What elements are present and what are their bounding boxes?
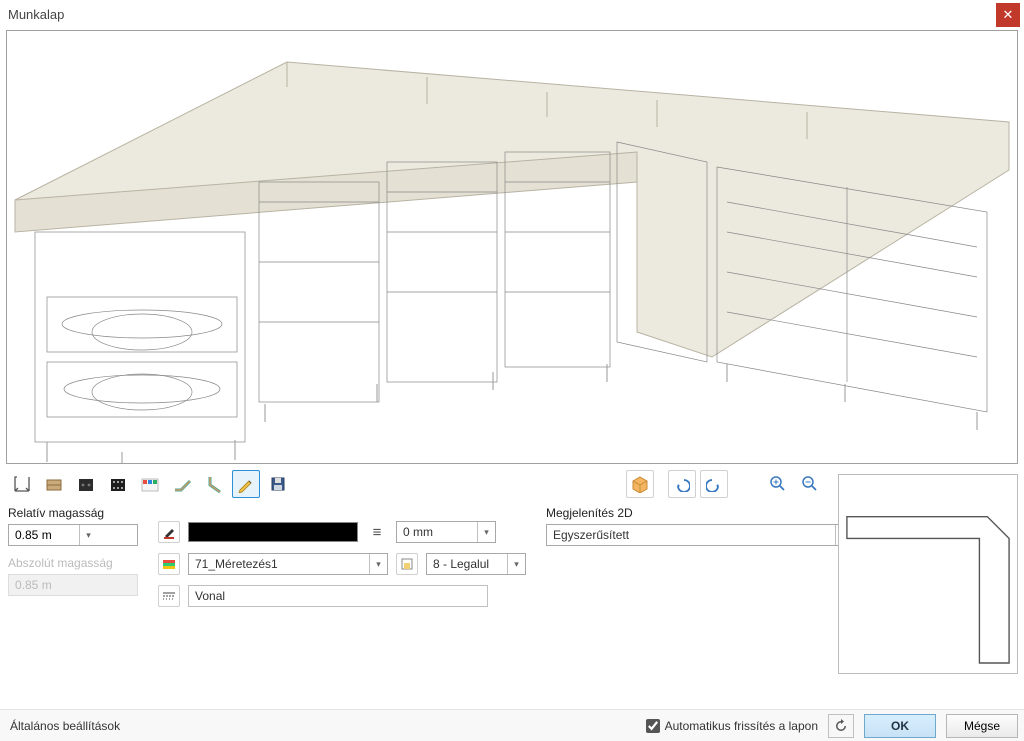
line-weight-icon: ≡: [366, 524, 388, 541]
cube-orange-icon: [631, 475, 649, 493]
tile-dots-icon: [108, 474, 128, 494]
linetype-display[interactable]: Vonal: [188, 585, 488, 607]
tool-redo[interactable]: [700, 470, 728, 498]
linetype-icon[interactable]: [158, 585, 180, 607]
palette-icon: [140, 474, 160, 494]
bottom-bar: Általános beállítások Automatikus frissí…: [0, 709, 1024, 741]
ok-button[interactable]: OK: [864, 714, 936, 738]
pen-color-icon[interactable]: [158, 521, 180, 543]
pencil-icon: [237, 475, 255, 493]
rel-height-label: Relatív magasság: [8, 506, 138, 520]
tool-tile-dots[interactable]: [104, 470, 132, 498]
priority-icon[interactable]: [396, 553, 418, 575]
abs-height-field: [8, 574, 138, 596]
tile-dark-icon: [76, 474, 96, 494]
chevron-down-icon[interactable]: ▾: [477, 522, 495, 542]
tool-palette[interactable]: [136, 470, 164, 498]
abs-height-label: Abszolút magasság: [8, 556, 138, 570]
cancel-button[interactable]: Mégse: [946, 714, 1018, 738]
wireframe-illustration: [7, 31, 1017, 463]
auto-refresh-checkbox[interactable]: Automatikus frissítés a lapon: [646, 719, 818, 733]
edge-v-icon: [204, 474, 224, 494]
chevron-down-icon[interactable]: ▾: [79, 525, 97, 545]
preview-2d[interactable]: [838, 474, 1018, 674]
color-swatch[interactable]: [188, 522, 358, 542]
priority-value: 8 - Legalul: [433, 557, 489, 571]
zoom-in-icon: [769, 475, 787, 493]
tool-save[interactable]: [264, 470, 292, 498]
tool-edge[interactable]: [168, 470, 196, 498]
close-button[interactable]: ✕: [996, 3, 1020, 27]
save-icon: [269, 475, 287, 493]
refresh-icon: [834, 719, 848, 733]
general-settings-link[interactable]: Általános beállítások: [10, 719, 120, 733]
edge-icon: [172, 474, 192, 494]
linetype-value: Vonal: [195, 589, 225, 603]
chevron-down-icon[interactable]: ▾: [369, 554, 387, 574]
dimension-icon: [12, 474, 32, 494]
priority-combo[interactable]: 8 - Legalul ▾: [426, 553, 526, 575]
display2d-label: Megjelenítés 2D: [546, 506, 856, 520]
tool-zoom-in[interactable]: [764, 470, 792, 498]
title-bar: Munkalap ✕: [0, 0, 1024, 28]
display2d-value: Egyszerűsített: [553, 528, 629, 542]
rel-height-input[interactable]: [9, 528, 79, 542]
zoom-out-icon: [801, 475, 819, 493]
rel-height-field[interactable]: ▾: [8, 524, 138, 546]
display2d-combo[interactable]: Egyszerűsített ▾: [546, 524, 854, 546]
texture-icon: [44, 474, 64, 494]
auto-refresh-input[interactable]: [646, 719, 660, 733]
tool-dimension[interactable]: [8, 470, 36, 498]
close-icon: ✕: [1003, 7, 1014, 23]
refresh-button[interactable]: [828, 714, 854, 738]
redo-icon: [706, 476, 722, 492]
tool-cube-orange[interactable]: [626, 470, 654, 498]
tool-undo[interactable]: [668, 470, 696, 498]
preview-2d-shape: [839, 475, 1017, 673]
tool-texture[interactable]: [40, 470, 68, 498]
layer-icon[interactable]: [158, 553, 180, 575]
tool-zoom-out[interactable]: [796, 470, 824, 498]
thickness-value: 0 mm: [403, 525, 433, 539]
abs-height-input: [9, 578, 79, 592]
tool-edge-v[interactable]: [200, 470, 228, 498]
preview-3d[interactable]: [6, 30, 1018, 464]
window-title: Munkalap: [8, 7, 64, 22]
tool-pencil[interactable]: [232, 470, 260, 498]
layer-combo[interactable]: 71_Méretezés1 ▾: [188, 553, 388, 575]
chevron-down-icon[interactable]: ▾: [507, 554, 525, 574]
undo-icon: [674, 476, 690, 492]
thickness-combo[interactable]: 0 mm ▾: [396, 521, 496, 543]
auto-refresh-label: Automatikus frissítés a lapon: [665, 719, 818, 733]
tool-tile-dark[interactable]: [72, 470, 100, 498]
layer-value: 71_Méretezés1: [195, 557, 278, 571]
